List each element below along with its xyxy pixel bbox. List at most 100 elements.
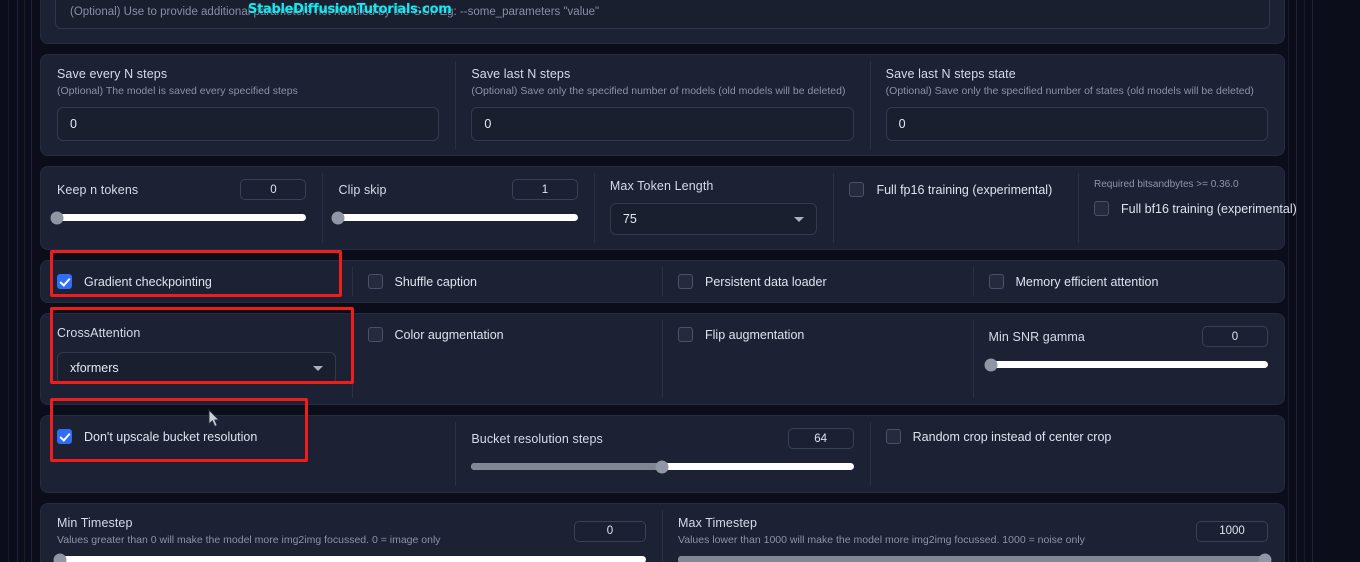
min-snr-gamma-label: Min SNR gamma: [988, 329, 1085, 344]
max-timestep-slider-thumb[interactable]: [1258, 553, 1272, 562]
color-augmentation-checkbox[interactable]: [367, 327, 383, 342]
max-timestep-value[interactable]: 1000: [1196, 520, 1268, 542]
memory-efficient-attention-cell: Memory efficient attention: [972, 261, 1285, 302]
max-token-length-dropdown[interactable]: 75: [609, 203, 818, 235]
flip-augmentation-cell: Flip augmentation: [662, 314, 973, 404]
clip-skip-slider-group: Clip skip 1: [322, 167, 593, 249]
random-crop-label: Random crop instead of center crop: [912, 429, 1112, 444]
color-augmentation-row[interactable]: Color augmentation: [367, 327, 647, 342]
attention-augmentation-row: CrossAttention xformers Color augmentati…: [41, 314, 1284, 404]
max-timestep-label: Max Timestep: [678, 516, 758, 530]
shuffle-caption-cell: Shuffle caption: [351, 261, 663, 302]
random-crop-row[interactable]: Random crop instead of center crop: [885, 429, 1268, 444]
training-toggles-panel: Gradient checkpointing Shuffle caption P…: [40, 260, 1285, 303]
min-snr-gamma-slider[interactable]: [984, 358, 1268, 371]
max-timestep-slider[interactable]: [678, 553, 1272, 562]
save-every-n-steps-input[interactable]: 0: [57, 107, 440, 141]
min-timestep-slider-thumb[interactable]: [53, 553, 67, 562]
max-timestep-description: Values lower than 1000 will make the mod…: [678, 534, 1085, 546]
full-bf16-checkbox[interactable]: [1094, 201, 1109, 216]
bucket-resolution-steps-label: Bucket resolution steps: [471, 431, 603, 446]
keep-n-tokens-slider-thumb[interactable]: [50, 211, 64, 224]
max-token-length-value: 75: [622, 212, 637, 226]
additional-parameters-textarea[interactable]: (Optional) Use to provide additional par…: [55, 0, 1270, 29]
keep-n-tokens-label: Keep n tokens: [57, 182, 139, 197]
keep-n-tokens-value[interactable]: 0: [240, 179, 307, 200]
random-crop-checkbox[interactable]: [885, 429, 901, 444]
persistent-data-loader-label: Persistent data loader: [705, 274, 827, 289]
chevron-down-icon: [312, 365, 323, 371]
bucket-resolution-steps-slider-thumb[interactable]: [655, 460, 669, 473]
dont-upscale-bucket-label: Don't upscale bucket resolution: [84, 429, 258, 444]
save-last-n-steps-state-field: Save last N steps state (Optional) Save …: [869, 55, 1284, 155]
bucket-resolution-steps-value[interactable]: 64: [787, 428, 854, 449]
save-every-n-steps-field: Save every N steps (Optional) The model …: [41, 55, 455, 155]
shuffle-caption-checkbox[interactable]: [367, 274, 383, 289]
clip-skip-slider[interactable]: [331, 211, 578, 224]
color-augmentation-cell: Color augmentation: [351, 314, 663, 404]
shuffle-caption-label: Shuffle caption: [394, 274, 477, 289]
token-options-panel: Keep n tokens 0 Clip skip 1 Max Token Le…: [40, 166, 1297, 250]
cross-attention-dropdown[interactable]: xformers: [57, 352, 336, 384]
max-token-length-group: Max Token Length 75: [593, 167, 834, 249]
full-bf16-label: Full bf16 training (experimental): [1121, 201, 1297, 216]
persistent-data-loader-row[interactable]: Persistent data loader: [678, 274, 957, 289]
max-timestep-slider-fill: [678, 556, 1268, 562]
shuffle-caption-row[interactable]: Shuffle caption: [367, 274, 647, 289]
save-last-n-steps-field: Save last N steps (Optional) Save only t…: [455, 55, 869, 155]
save-steps-row: Save every N steps (Optional) The model …: [41, 55, 1284, 155]
full-fp16-checkbox[interactable]: [849, 182, 865, 197]
right-rail-4: [1312, 0, 1313, 562]
gradient-checkpointing-cell: Gradient checkpointing: [41, 261, 352, 302]
bucket-resolution-steps-group: Bucket resolution steps 64: [455, 416, 869, 492]
min-timestep-value[interactable]: 0: [574, 520, 646, 542]
color-augmentation-label: Color augmentation: [394, 327, 504, 342]
save-every-n-steps-description: (Optional) The model is saved every spec…: [57, 85, 298, 97]
min-snr-gamma-group: Min SNR gamma 0: [972, 314, 1285, 404]
keep-n-tokens-slider-group: Keep n tokens 0: [41, 167, 322, 249]
right-rail-3: [1304, 0, 1305, 562]
cross-attention-group: CrossAttention xformers: [41, 314, 352, 404]
bucket-resolution-steps-slider[interactable]: [471, 460, 854, 473]
save-every-n-steps-label: Save every N steps: [57, 67, 168, 81]
save-last-n-steps-description: (Optional) Save only the specified numbe…: [471, 85, 846, 97]
left-rail-1: [8, 0, 9, 562]
gradient-checkpointing-checkbox[interactable]: [57, 274, 72, 289]
save-last-n-steps-state-label: Save last N steps state: [885, 67, 1016, 81]
full-fp16-checkbox-row[interactable]: Full fp16 training (experimental): [849, 182, 1052, 197]
save-steps-panel: Save every N steps (Optional) The model …: [40, 54, 1285, 156]
gui-training-parameters-screen: (Optional) Use to provide additional par…: [0, 0, 1360, 562]
right-rail-1: [1288, 0, 1289, 562]
bucket-resolution-steps-slider-fill: [471, 463, 663, 470]
full-bf16-group: Required bitsandbytes >= 0.36.0 Full bf1…: [1078, 167, 1297, 249]
settings-column: (Optional) Use to provide additional par…: [40, 0, 1297, 562]
full-fp16-group: Full fp16 training (experimental): [833, 167, 1078, 249]
bucket-options-panel: Don't upscale bucket resolution Bucket r…: [40, 415, 1285, 493]
attention-augmentation-panel: CrossAttention xformers Color augmentati…: [40, 313, 1285, 405]
memory-efficient-attention-checkbox[interactable]: [988, 274, 1004, 289]
persistent-data-loader-checkbox[interactable]: [678, 274, 693, 289]
timestep-panel: Min Timestep Values greater than 0 will …: [40, 503, 1285, 562]
flip-augmentation-row[interactable]: Flip augmentation: [678, 327, 957, 342]
keep-n-tokens-slider[interactable]: [50, 211, 307, 224]
persistent-data-loader-cell: Persistent data loader: [662, 261, 973, 302]
clip-skip-value[interactable]: 1: [511, 179, 578, 200]
min-timestep-description: Values greater than 0 will make the mode…: [57, 534, 441, 546]
min-timestep-slider[interactable]: [53, 553, 646, 562]
cross-attention-label: CrossAttention: [57, 326, 141, 340]
memory-efficient-attention-row[interactable]: Memory efficient attention: [988, 274, 1269, 289]
save-last-n-steps-state-description: (Optional) Save only the specified numbe…: [885, 85, 1254, 97]
gradient-checkpointing-row[interactable]: Gradient checkpointing: [57, 274, 336, 289]
flip-augmentation-checkbox[interactable]: [678, 327, 693, 342]
random-crop-cell: Random crop instead of center crop: [869, 416, 1284, 492]
dont-upscale-bucket-checkbox[interactable]: [57, 429, 72, 444]
min-timestep-group: Min Timestep Values greater than 0 will …: [41, 504, 662, 562]
dont-upscale-bucket-row[interactable]: Don't upscale bucket resolution: [57, 429, 439, 444]
min-snr-gamma-value[interactable]: 0: [1202, 326, 1268, 347]
full-bf16-checkbox-row[interactable]: Full bf16 training (experimental): [1094, 201, 1297, 216]
timestep-row: Min Timestep Values greater than 0 will …: [41, 504, 1284, 562]
save-last-n-steps-state-input[interactable]: 0: [885, 107, 1268, 141]
clip-skip-slider-thumb[interactable]: [331, 211, 345, 224]
min-snr-gamma-slider-thumb[interactable]: [984, 358, 998, 371]
save-last-n-steps-input[interactable]: 0: [471, 107, 854, 141]
